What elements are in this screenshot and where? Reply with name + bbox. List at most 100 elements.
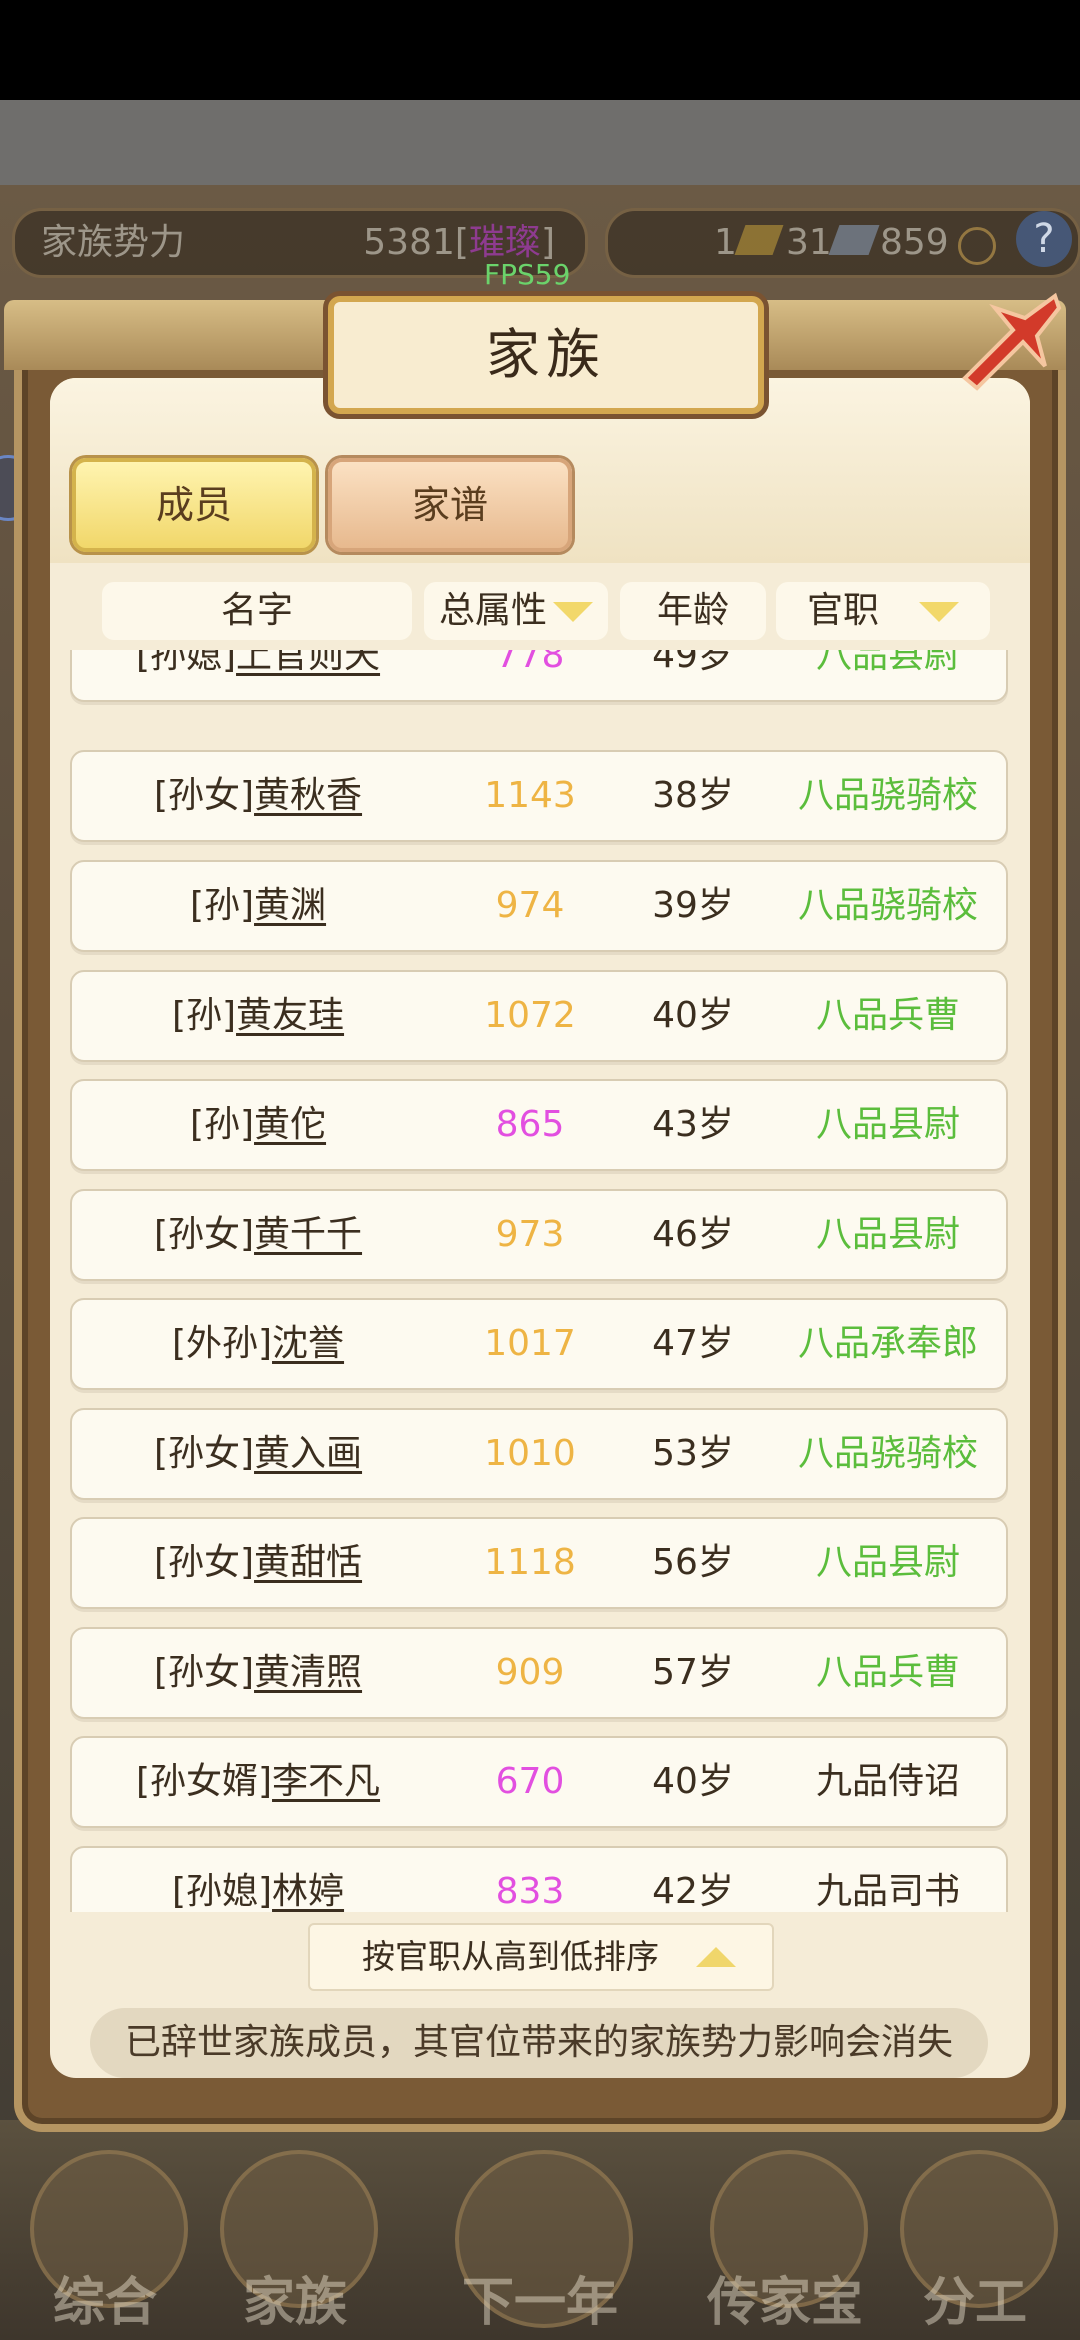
member-total-attr: 1143: [484, 775, 576, 816]
member-age: 43岁: [652, 1104, 734, 1145]
member-row[interactable]: [孙女]黄千千 973 46岁 八品县尉: [70, 1189, 1008, 1281]
member-row[interactable]: [外孙]沈誉 1017 47岁 八品承奉郎: [70, 1298, 1008, 1390]
nav-division[interactable]: 分工: [890, 2140, 1060, 2340]
member-name-link[interactable]: 上官则天: [236, 650, 380, 676]
member-row[interactable]: [孙]黄渊 974 39岁 八品骁骑校: [70, 860, 1008, 952]
member-total-attr: 670: [495, 1761, 565, 1802]
member-total-attr: 833: [495, 1871, 565, 1912]
panel-title-plate: 家族: [328, 296, 764, 414]
member-name-link[interactable]: 李不凡: [272, 1761, 380, 1802]
member-name-link[interactable]: 黄甜恬: [254, 1542, 362, 1583]
member-name-link[interactable]: 黄千千: [254, 1214, 362, 1255]
member-name[interactable]: [孙]黄渊: [72, 862, 444, 950]
member-name[interactable]: [孙]黄佗: [72, 1081, 444, 1169]
member-row[interactable]: [孙女]黄甜恬 1118 56岁 八品县尉: [70, 1517, 1008, 1609]
member-name-link[interactable]: 黄清照: [254, 1652, 362, 1693]
member-row[interactable]: [孙女]黄秋香 1143 38岁 八品骁骑校: [70, 750, 1008, 842]
member-age: 42岁: [652, 1871, 734, 1912]
member-total-attr: 1017: [484, 1323, 576, 1364]
deceased-notice: 已辞世家族成员，其官位带来的家族势力影响会消失: [90, 2008, 988, 2078]
nav-family[interactable]: 家族: [210, 2140, 380, 2340]
member-row[interactable]: [孙媳]林婷 833 42岁 九品司书: [70, 1846, 1008, 1912]
help-icon[interactable]: ?: [1016, 211, 1072, 267]
member-relation: [孙女]: [153, 1214, 255, 1255]
member-total-attr: 865: [495, 1104, 565, 1145]
member-relation: [孙女]: [153, 775, 255, 816]
gold-ingot-icon: [734, 225, 784, 255]
member-name[interactable]: [孙女]黄秋香: [72, 752, 444, 840]
member-office: 八品承奉郎: [797, 1323, 978, 1364]
member-age: 46岁: [652, 1214, 734, 1255]
column-header-attr[interactable]: 总属性: [424, 582, 608, 640]
sort-toggle-button[interactable]: 按官职从高到低排序: [308, 1923, 774, 1991]
top-band: [0, 100, 1080, 185]
member-name-link[interactable]: 黄入画: [254, 1433, 362, 1474]
sort-down-icon: [553, 602, 593, 622]
member-name[interactable]: [孙女]黄清照: [72, 1629, 444, 1717]
member-office: 八品兵曹: [815, 1652, 960, 1693]
member-age: 56岁: [652, 1542, 734, 1583]
member-office: 八品县尉: [815, 1214, 960, 1255]
member-relation: [孙媳]: [135, 650, 237, 676]
member-name-link[interactable]: 林婷: [272, 1871, 344, 1912]
member-relation: [孙女]: [153, 1652, 255, 1693]
member-list[interactable]: [孙媳]上官则天 778 49岁 八品县尉 [孙女]黄秋香 1143 38岁 八品骁骑校 [孙]…: [68, 650, 1010, 1912]
member-row[interactable]: [孙女]黄清照 909 57岁 八品兵曹: [70, 1627, 1008, 1719]
member-name-link[interactable]: 黄秋香: [254, 775, 362, 816]
member-total-attr: 1010: [484, 1433, 576, 1474]
tab-genealogy[interactable]: 家谱: [328, 458, 572, 552]
fps-counter: FPS59: [484, 258, 571, 291]
member-office: 八品县尉: [815, 1542, 960, 1583]
member-relation: [孙女]: [153, 1542, 255, 1583]
nav-overview[interactable]: 综合: [20, 2140, 190, 2340]
tab-members[interactable]: 成员: [72, 458, 316, 552]
member-relation: [孙]: [171, 995, 237, 1036]
member-relation: [孙]: [189, 1104, 255, 1145]
member-name[interactable]: [孙]黄友珪: [72, 972, 444, 1060]
member-name[interactable]: [外孙]沈誉: [72, 1300, 444, 1388]
close-button[interactable]: [955, 288, 1065, 398]
member-total-attr: 973: [495, 1214, 565, 1255]
member-name[interactable]: [孙女婿]李不凡: [72, 1738, 444, 1826]
member-name-link[interactable]: 沈誉: [272, 1323, 344, 1364]
member-name[interactable]: [孙媳]林婷: [72, 1848, 444, 1912]
nav-heirloom[interactable]: 传家宝: [700, 2140, 870, 2340]
member-name-link[interactable]: 黄渊: [254, 885, 326, 926]
column-header-name[interactable]: 名字: [102, 582, 412, 640]
member-name-link[interactable]: 黄友珪: [236, 995, 344, 1036]
member-row[interactable]: [孙女]黄入画 1010 53岁 八品骁骑校: [70, 1408, 1008, 1500]
column-header-age[interactable]: 年龄: [620, 582, 766, 640]
member-age: 38岁: [652, 775, 734, 816]
member-name[interactable]: [孙女]黄甜恬: [72, 1519, 444, 1607]
nav-next-year[interactable]: 下一年: [400, 2140, 680, 2340]
member-name[interactable]: [孙媳]上官则天: [72, 650, 444, 700]
member-row[interactable]: [孙]黄佗 865 43岁 八品县尉: [70, 1079, 1008, 1171]
member-relation: [孙媳]: [171, 1871, 273, 1912]
member-office: 九品司书: [815, 1871, 960, 1912]
member-age: 49岁: [652, 650, 734, 676]
sort-down-icon: [919, 602, 959, 622]
member-total-attr: 909: [495, 1652, 565, 1693]
member-row[interactable]: [孙媳]上官则天 778 49岁 八品县尉: [70, 650, 1008, 702]
member-row[interactable]: [孙]黄友珪 1072 40岁 八品兵曹: [70, 970, 1008, 1062]
sort-label: 按官职从高到低排序: [362, 1937, 659, 1976]
family-power-badge: 璀璨: [468, 222, 541, 263]
member-total-attr: 778: [495, 650, 565, 676]
member-office: 八品骁骑校: [797, 1433, 978, 1474]
panel-ornament-left: [4, 300, 344, 370]
coin-count: 859: [880, 222, 949, 263]
member-age: 53岁: [652, 1433, 734, 1474]
member-total-attr: 974: [495, 885, 565, 926]
member-name[interactable]: [孙女]黄入画: [72, 1410, 444, 1498]
member-name-link[interactable]: 黄佗: [254, 1104, 326, 1145]
gold-count: 1: [714, 222, 737, 263]
member-row[interactable]: [孙女婿]李不凡 670 40岁 九品侍诏: [70, 1736, 1008, 1828]
member-relation: [孙女婿]: [135, 1761, 273, 1802]
sort-up-icon: [696, 1947, 736, 1967]
column-header-office[interactable]: 官职: [776, 582, 990, 640]
member-office: 八品骁骑校: [797, 775, 978, 816]
member-office: 八品骁骑校: [797, 885, 978, 926]
resource-bar: 1 31 859 ?: [605, 208, 1080, 278]
member-name[interactable]: [孙女]黄千千: [72, 1191, 444, 1279]
member-age: 39岁: [652, 885, 734, 926]
